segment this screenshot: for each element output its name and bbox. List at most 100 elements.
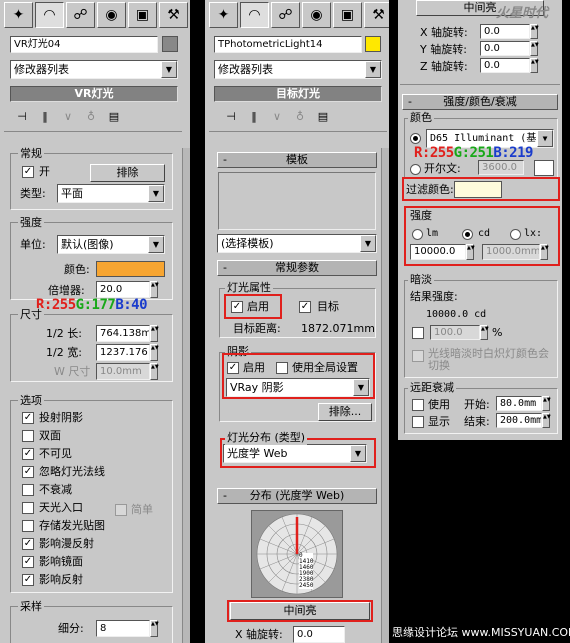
use-global-checkbox[interactable] [276, 362, 288, 374]
multiplier-field[interactable]: 20.0 [96, 281, 150, 298]
kelvin-field[interactable]: 3600.0 [478, 160, 524, 175]
unit-lm-radio[interactable] [412, 229, 423, 240]
utilities-icon[interactable]: ⚒ [364, 2, 389, 28]
unit-dropdown[interactable]: 默认(图像) ▼ [57, 235, 165, 254]
shadow-exclude-button[interactable]: 排除... [318, 403, 372, 421]
filter-color-swatch[interactable] [454, 181, 502, 198]
option-checkbox[interactable]: ✓ [22, 574, 34, 586]
w-size-field[interactable]: 10.0mm [96, 363, 150, 380]
configure-sets-icon[interactable]: ▤ [315, 108, 331, 124]
option-checkbox[interactable] [22, 502, 34, 514]
half-length-spinner[interactable]: ▲▼ [150, 325, 159, 342]
modifier-list-dropdown[interactable]: 修改器列表 ▼ [10, 60, 178, 79]
create-icon[interactable]: ✦ [209, 2, 238, 28]
utilities-icon[interactable]: ⚒ [159, 2, 188, 28]
remove-modifier-icon[interactable]: ♁ [83, 108, 99, 124]
hierarchy-icon[interactable]: ☍ [271, 2, 300, 28]
unit-lx-radio[interactable] [510, 229, 521, 240]
far-show-checkbox[interactable] [412, 416, 424, 428]
distribution-rollout-header[interactable]: - 分布 (光度学 Web) [217, 488, 377, 504]
display-icon[interactable]: ▣ [128, 2, 157, 28]
option-checkbox[interactable] [22, 430, 34, 442]
subdiv-spinner[interactable]: ▲▼ [150, 620, 159, 637]
photometric-file-button[interactable]: 中间亮 [230, 602, 370, 620]
intensity-value-field[interactable]: 10000.0 [410, 244, 466, 260]
panel-scrollbar[interactable] [182, 148, 190, 643]
modify-icon[interactable]: ◠ [240, 2, 269, 28]
show-end-result-icon[interactable]: ‖ [37, 108, 53, 124]
far-start-spinner[interactable]: ▲▼ [542, 396, 551, 411]
preset-radio[interactable] [410, 133, 421, 144]
x-rotation-field[interactable]: 0.0 [480, 24, 530, 39]
multiplier-spinner[interactable]: ▲▼ [150, 281, 159, 298]
color-swatch[interactable] [96, 261, 165, 277]
modifier-stack-item[interactable]: VR灯光 [10, 86, 178, 102]
half-width-field[interactable]: 1237.176 [96, 344, 150, 361]
target-checkbox[interactable]: ✓ [299, 301, 311, 313]
motion-icon[interactable]: ◉ [97, 2, 126, 28]
template-dropdown[interactable]: (选择模板) ▼ [217, 234, 377, 253]
dimming-percent-checkbox[interactable] [412, 327, 424, 339]
half-length-field[interactable]: 764.138m [96, 325, 150, 342]
modifier-list-dropdown[interactable]: 修改器列表 ▼ [214, 60, 382, 79]
size-title: 尺寸 [18, 308, 44, 322]
hierarchy-icon[interactable]: ☍ [66, 2, 95, 28]
option-checkbox[interactable]: ✓ [22, 466, 34, 478]
far-start-field[interactable]: 80.0mm [496, 396, 542, 411]
far-use-checkbox[interactable] [412, 399, 424, 411]
exclude-button[interactable]: 排除 [90, 164, 165, 182]
kelvin-color-swatch[interactable] [534, 160, 554, 176]
w-size-spinner[interactable]: ▲▼ [150, 363, 159, 380]
option-checkbox[interactable]: ✓ [22, 412, 34, 424]
simple-checkbox[interactable] [115, 504, 127, 516]
option-checkbox[interactable]: ✓ [22, 448, 34, 460]
option-checkbox[interactable] [22, 520, 34, 532]
configure-sets-icon[interactable]: ▤ [106, 108, 122, 124]
object-name-field[interactable]: TPhotometricLight14 [214, 36, 362, 53]
y-rotation-spinner[interactable]: ▲▼ [530, 41, 539, 56]
object-color-swatch[interactable] [162, 36, 178, 52]
general-params-rollout-header[interactable]: - 常规参数 [217, 260, 377, 276]
intensity-spinner[interactable]: ▲▼ [466, 244, 475, 260]
z-rotation-field[interactable]: 0.0 [480, 58, 530, 73]
remove-modifier-icon[interactable]: ♁ [292, 108, 308, 124]
lx-distance-spinner[interactable]: ▲▼ [540, 244, 549, 260]
modify-icon[interactable]: ◠ [35, 2, 64, 28]
option-checkbox[interactable] [22, 484, 34, 496]
intensity-rollout-header[interactable]: - 强度/颜色/衰减 [402, 94, 558, 110]
lx-distance-field[interactable]: 1000.0mm [482, 244, 540, 260]
motion-icon[interactable]: ◉ [302, 2, 331, 28]
x-rotation-field[interactable]: 0.0 [293, 626, 345, 643]
display-icon[interactable]: ▣ [333, 2, 362, 28]
make-unique-icon[interactable]: ∨ [60, 108, 76, 124]
create-icon[interactable]: ✦ [4, 2, 33, 28]
modifier-stack-item[interactable]: 目标灯光 [214, 86, 382, 102]
z-rotation-spinner[interactable]: ▲▼ [530, 58, 539, 73]
distribution-dropdown[interactable]: 光度学 Web ▼ [223, 444, 367, 463]
shadow-enable-checkbox[interactable]: ✓ [227, 362, 239, 374]
x-rotation-spinner[interactable]: ▲▼ [530, 24, 539, 39]
object-name-field[interactable]: VR灯光04 [10, 36, 158, 53]
kelvin-radio[interactable] [410, 164, 421, 175]
unit-cd-radio[interactable] [462, 229, 473, 240]
subdiv-field[interactable]: 8 [96, 620, 150, 637]
pin-stack-icon[interactable]: ⊣ [14, 108, 30, 124]
templates-rollout-header[interactable]: - 模板 [217, 152, 377, 168]
option-checkbox[interactable]: ✓ [22, 538, 34, 550]
shadow-type-dropdown[interactable]: VRay 阴影 ▼ [226, 378, 370, 397]
pin-stack-icon[interactable]: ⊣ [223, 108, 239, 124]
half-width-spinner[interactable]: ▲▼ [150, 344, 159, 361]
dimming-percent-field[interactable]: 100.0 [430, 325, 480, 340]
object-color-swatch[interactable] [365, 36, 381, 52]
y-rotation-field[interactable]: 0.0 [480, 41, 530, 56]
make-unique-icon[interactable]: ∨ [269, 108, 285, 124]
incandescent-checkbox[interactable] [412, 350, 424, 362]
option-checkbox[interactable]: ✓ [22, 556, 34, 568]
show-end-result-icon[interactable]: ‖ [246, 108, 262, 124]
type-dropdown[interactable]: 平面 ▼ [57, 184, 165, 203]
far-end-spinner[interactable]: ▲▼ [542, 413, 551, 428]
panel-scrollbar[interactable] [381, 148, 389, 643]
dimming-percent-spinner[interactable]: ▲▼ [480, 325, 489, 340]
on-checkbox[interactable]: ✓ [22, 166, 34, 178]
far-end-field[interactable]: 200.0mm [496, 413, 542, 428]
